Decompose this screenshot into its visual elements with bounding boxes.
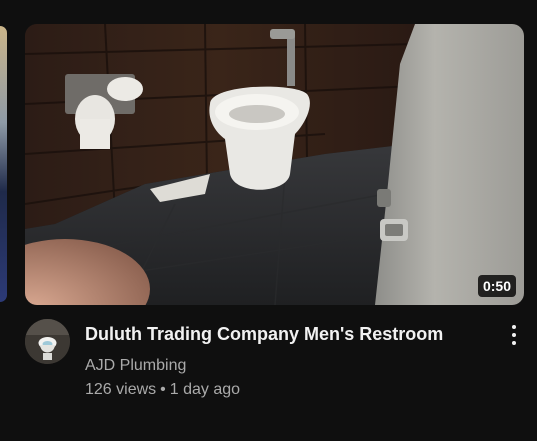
video-title[interactable]: Duluth Trading Company Men's Restroom bbox=[85, 322, 485, 346]
channel-name[interactable]: AJD Plumbing bbox=[85, 355, 186, 377]
view-count: 126 views bbox=[85, 381, 157, 398]
menu-dot bbox=[512, 325, 516, 329]
video-duration-badge: 0:50 bbox=[477, 275, 516, 297]
vertical-ellipsis-icon[interactable] bbox=[500, 320, 528, 350]
toilet-avatar-icon bbox=[25, 319, 70, 364]
menu-dot bbox=[512, 333, 516, 337]
previous-video-thumbnail[interactable] bbox=[0, 26, 7, 302]
thumbnail-image bbox=[25, 24, 524, 305]
stats-separator: • bbox=[160, 381, 166, 398]
channel-avatar[interactable] bbox=[25, 319, 70, 364]
video-grid-region: 0:50 Duluth Trading Company Men's Restro… bbox=[0, 0, 537, 441]
video-thumbnail[interactable]: 0:50 bbox=[25, 24, 524, 305]
upload-age: 1 day ago bbox=[169, 381, 241, 398]
video-stats: 126 views • 1 day ago bbox=[85, 379, 240, 401]
menu-dot bbox=[512, 341, 516, 345]
